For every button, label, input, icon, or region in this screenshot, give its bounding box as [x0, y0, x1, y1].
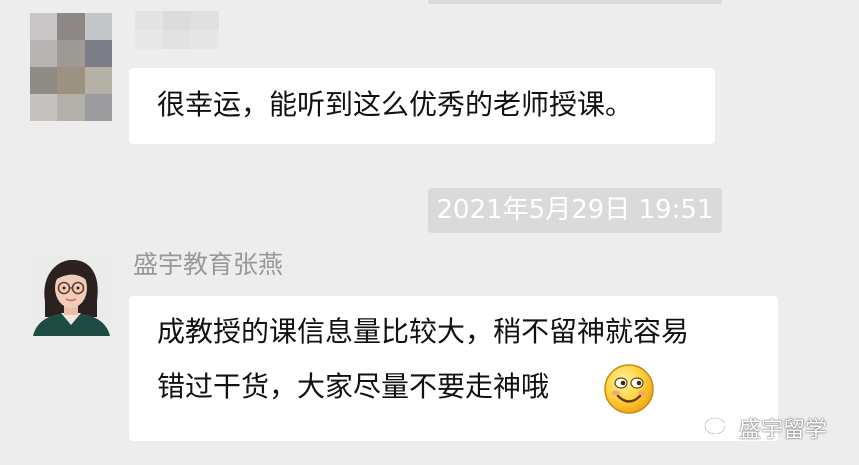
message-bubble[interactable]: 成教授的课信息量比较大，稍不留神就容易 错过干货，大家尽量不要走神哦 — [129, 296, 778, 441]
watermark: 盛宇留学 — [703, 411, 827, 445]
avatar-photo[interactable] — [31, 255, 112, 336]
wechat-official-account-icon — [703, 416, 733, 439]
sender-name-blurred — [135, 11, 219, 49]
timestamp-label: 2021年5月29日 19:51 — [428, 188, 722, 233]
smiling-face-emoji — [604, 364, 654, 414]
message-text-line: 成教授的课信息量比较大，稍不留神就容易 — [157, 315, 690, 348]
message-text-line: 错过干货，大家尽量不要走神哦 — [157, 370, 550, 403]
message-text: 很幸运，能听到这么优秀的老师授课。 — [157, 88, 634, 121]
watermark-text: 盛宇留学 — [739, 418, 828, 443]
message-bubble[interactable]: 很幸运，能听到这么优秀的老师授课。 — [129, 68, 715, 144]
woman-portrait-icon — [31, 255, 112, 336]
avatar-blurred[interactable] — [30, 13, 112, 121]
sender-name: 盛宇教育张燕 — [133, 250, 284, 279]
previous-timestamp-edge — [428, 0, 722, 4]
